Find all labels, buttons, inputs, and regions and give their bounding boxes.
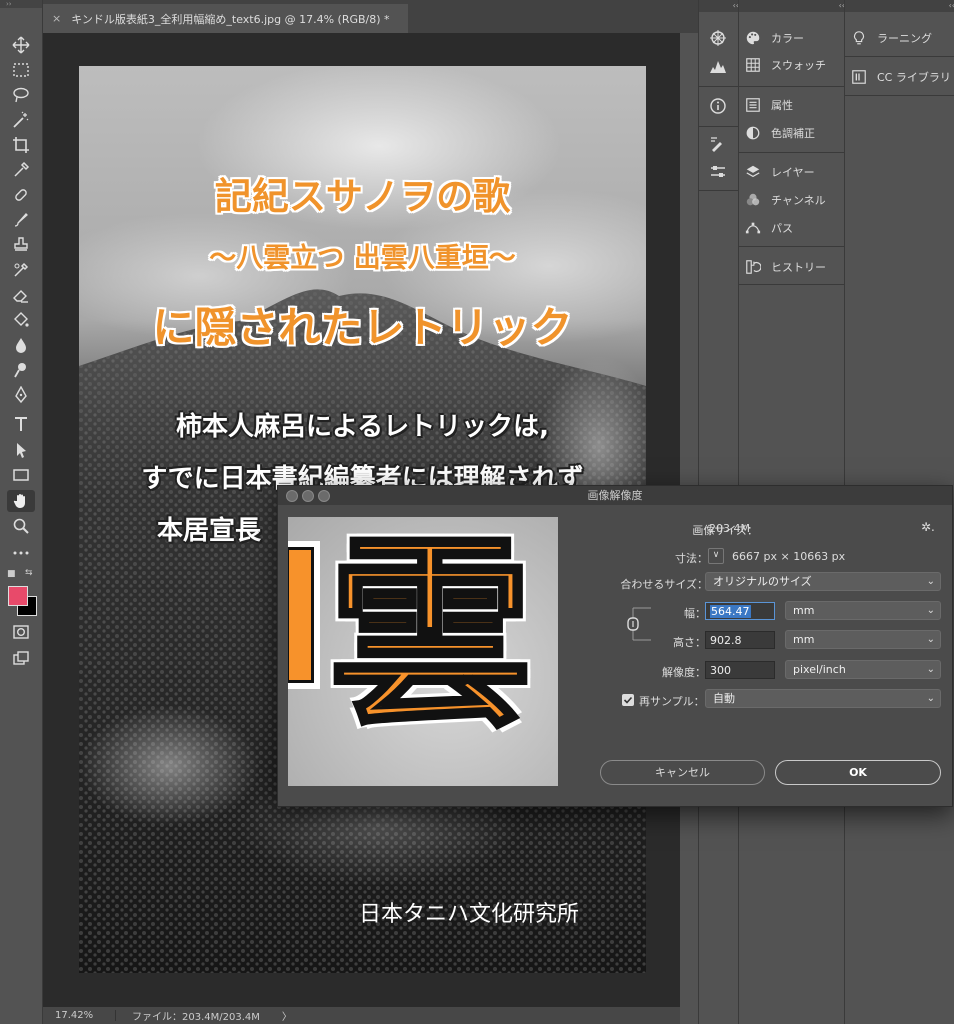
lightbulb-icon bbox=[854, 31, 864, 45]
swap-colors-icon[interactable]: ⇆ bbox=[25, 568, 33, 578]
brush-tool-icon[interactable] bbox=[7, 209, 35, 231]
blur-tool-icon[interactable] bbox=[7, 334, 35, 356]
default-colors-icon[interactable]: ■ bbox=[7, 569, 16, 579]
histogram-icon[interactable] bbox=[708, 56, 728, 76]
history-brush-tool-icon[interactable] bbox=[7, 259, 35, 281]
cover-body-line1: 柿本人麻呂によるレトリックは, bbox=[175, 412, 550, 442]
status-menu-arrow-icon[interactable]: 〉 bbox=[282, 1008, 292, 1023]
panel-history[interactable]: ヒストリー bbox=[745, 255, 826, 279]
document-tab[interactable]: × キンドル版表紙3_全利用幅縮め_text6.jpg @ 17.4% (RGB… bbox=[43, 4, 408, 33]
panel-properties[interactable]: 属性 bbox=[745, 93, 793, 117]
panel-paths[interactable]: パス bbox=[745, 216, 793, 240]
move-tool-icon[interactable] bbox=[7, 34, 35, 56]
resolution-unit-select[interactable]: pixel/inch ⌄ bbox=[785, 660, 941, 679]
resolution-label: 解像度： bbox=[662, 666, 706, 679]
dialog-title: 画像解像度 bbox=[278, 486, 952, 505]
image-size-dialog: 画像解像度 雲 画像サイズ： 203.4M ✲. 寸法： ∨ 6667 px ×… bbox=[277, 485, 953, 807]
cancel-button[interactable]: キャンセル bbox=[600, 760, 765, 785]
resample-checkbox[interactable] bbox=[622, 694, 634, 706]
eraser-tool-icon[interactable] bbox=[7, 284, 35, 306]
history-icon bbox=[746, 260, 761, 274]
crop-tool-icon[interactable] bbox=[7, 134, 35, 156]
resample-label: 再サンプル： bbox=[639, 695, 705, 708]
status-bar: 17.42% ファイル：203.4M/203.4M 〉 bbox=[43, 1007, 680, 1024]
panel-color[interactable]: カラー bbox=[745, 26, 804, 50]
dodge-tool-icon[interactable] bbox=[7, 359, 35, 381]
fit-to-select[interactable]: オリジナルのサイズ ⌄ bbox=[705, 572, 941, 591]
image-preview[interactable]: 雲 bbox=[288, 517, 558, 786]
healing-brush-tool-icon[interactable] bbox=[7, 184, 35, 206]
cover-body-line3: 本居宣長 bbox=[157, 516, 262, 546]
path-selection-tool-icon[interactable] bbox=[7, 439, 35, 461]
pen-tool-icon[interactable] bbox=[7, 384, 35, 406]
panel-swatches[interactable]: スウォッチ bbox=[745, 53, 826, 77]
navigator-icon[interactable] bbox=[708, 28, 728, 48]
lasso-tool-icon[interactable] bbox=[7, 84, 35, 106]
cover-title-main: 記紀スサノヲの歌 bbox=[214, 174, 511, 219]
cover-publisher: 日本タニハ文化研究所 bbox=[359, 902, 580, 927]
hand-tool-icon[interactable] bbox=[7, 490, 35, 512]
type-tool-icon[interactable] bbox=[7, 413, 35, 435]
panel-learn[interactable]: ラーニング bbox=[851, 26, 932, 50]
quick-mask-icon[interactable] bbox=[7, 621, 35, 643]
file-size-info: ファイル：203.4M/203.4M bbox=[132, 1012, 260, 1023]
magic-wand-tool-icon[interactable] bbox=[7, 109, 35, 131]
preview-glyph: 雲 bbox=[326, 517, 535, 755]
cover-title-line3: に隠されたレトリック bbox=[152, 302, 574, 353]
layers-icon bbox=[746, 165, 760, 178]
paths-icon bbox=[745, 222, 761, 234]
width-input[interactable]: 564.47 bbox=[705, 602, 775, 620]
screen-mode-icon[interactable] bbox=[7, 647, 35, 669]
toolbar-collapse-bar[interactable]: ›› bbox=[0, 0, 42, 8]
window-minimize-button[interactable] bbox=[302, 490, 314, 502]
ok-button[interactable]: OK bbox=[775, 760, 941, 785]
panel-layers[interactable]: レイヤー bbox=[745, 160, 815, 184]
collapse-column2-button[interactable]: ‹‹ bbox=[739, 0, 845, 12]
document-tab-bar: × キンドル版表紙3_全利用幅縮め_text6.jpg @ 17.4% (RGB… bbox=[43, 0, 698, 33]
image-size-value: 203.4M bbox=[709, 522, 750, 535]
zoom-level[interactable]: 17.42% bbox=[43, 1010, 116, 1021]
grid-icon bbox=[746, 58, 760, 72]
tools-panel: ›› ■ ⇆ bbox=[0, 0, 43, 1024]
height-label: 高さ： bbox=[673, 636, 706, 649]
gear-icon[interactable]: ✲. bbox=[921, 520, 935, 534]
dimensions-value: 6667 px × 10663 px bbox=[732, 550, 846, 563]
more-tools-icon[interactable] bbox=[7, 542, 35, 564]
cover-title-sub: 〜八雲立つ 出雲八重垣〜 bbox=[209, 242, 517, 275]
cc-libraries-icon bbox=[852, 70, 866, 84]
marquee-tool-icon[interactable] bbox=[7, 59, 35, 81]
window-zoom-button[interactable] bbox=[318, 490, 330, 502]
paint-bucket-tool-icon[interactable] bbox=[7, 309, 35, 331]
channels-icon bbox=[746, 193, 760, 206]
document-tab-title: キンドル版表紙3_全利用幅縮め_text6.jpg @ 17.4% (RGB/8… bbox=[71, 12, 390, 26]
resolution-input[interactable]: 300 bbox=[705, 661, 775, 679]
info-icon[interactable] bbox=[708, 96, 728, 116]
width-label: 幅： bbox=[684, 607, 706, 620]
collapse-strip-button[interactable]: ‹‹ bbox=[699, 0, 739, 12]
properties-icon bbox=[746, 98, 760, 112]
rectangle-tool-icon[interactable] bbox=[7, 464, 35, 486]
fit-to-label: 合わせるサイズ： bbox=[620, 578, 708, 591]
eyedropper-tool-icon[interactable] bbox=[7, 159, 35, 181]
zoom-tool-icon[interactable] bbox=[7, 515, 35, 537]
foreground-color-swatch[interactable] bbox=[8, 586, 28, 606]
close-tab-icon[interactable]: × bbox=[52, 12, 61, 25]
constrain-proportions-link[interactable] bbox=[621, 604, 653, 644]
height-unit-select[interactable]: mm ⌄ bbox=[785, 630, 941, 649]
brush-settings-icon[interactable] bbox=[708, 134, 728, 154]
dimensions-label: 寸法： bbox=[675, 552, 708, 565]
window-close-button[interactable] bbox=[286, 490, 298, 502]
dimensions-dropdown-icon[interactable]: ∨ bbox=[708, 548, 724, 564]
collapse-column3-button[interactable]: ‹‹ bbox=[845, 0, 954, 12]
panel-cc-libraries[interactable]: CC ライブラリ bbox=[851, 65, 951, 89]
panel-adjustments[interactable]: 色調補正 bbox=[745, 121, 815, 145]
stamp-tool-icon[interactable] bbox=[7, 234, 35, 256]
panel-channels[interactable]: チャンネル bbox=[745, 188, 826, 212]
height-input[interactable]: 902.8 bbox=[705, 631, 775, 649]
resample-select[interactable]: 自動 ⌄ bbox=[705, 689, 941, 708]
width-unit-select[interactable]: mm ⌄ bbox=[785, 601, 941, 620]
adjustments-icon bbox=[746, 126, 760, 140]
palette-icon bbox=[746, 31, 760, 45]
tool-presets-icon[interactable] bbox=[708, 162, 728, 182]
